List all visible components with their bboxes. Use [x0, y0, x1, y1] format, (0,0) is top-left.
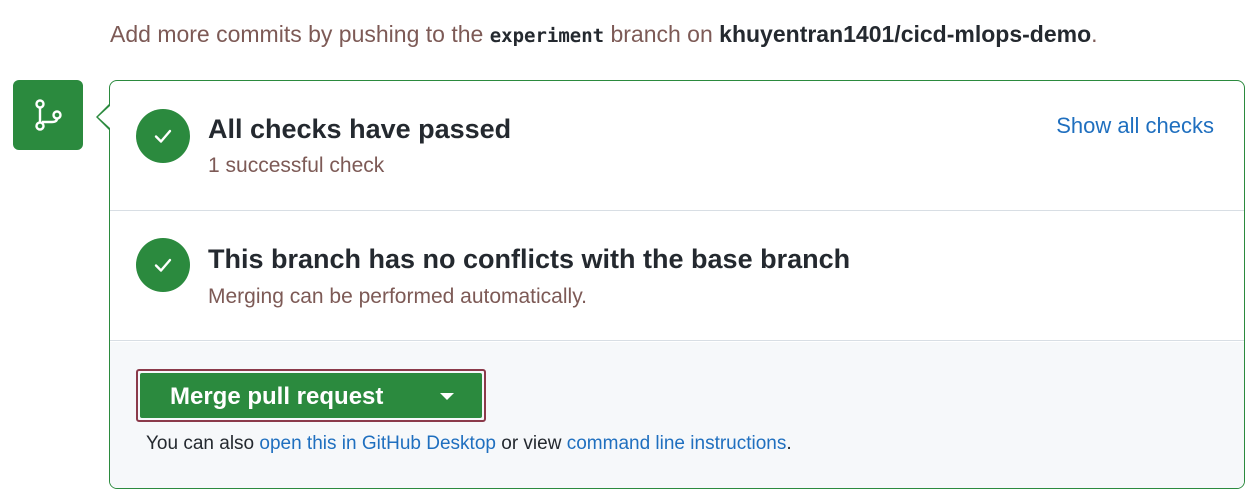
checks-subtitle: 1 successful check: [208, 154, 385, 177]
merge-button-label: Merge pull request: [170, 383, 384, 410]
push-hint-middle: branch on: [604, 21, 720, 47]
push-hint-prefix: Add more commits by pushing to the: [110, 21, 490, 47]
check-icon: [136, 238, 190, 292]
also-prefix: You can also: [146, 433, 260, 454]
push-hint-suffix: .: [1091, 21, 1098, 47]
check-icon: [136, 109, 190, 163]
also-middle: or view: [495, 433, 567, 454]
merge-alternatives-text: You can also open this in GitHub Desktop…: [146, 433, 792, 455]
also-suffix: .: [786, 433, 792, 454]
github-desktop-link[interactable]: open this in GitHub Desktop: [259, 433, 496, 454]
box-pointer-fill: [98, 106, 110, 128]
conflicts-title: This branch has no conflicts with the ba…: [208, 244, 851, 274]
caret-down-icon[interactable]: [440, 393, 454, 400]
git-branch-icon: [13, 80, 83, 150]
branch-name: experiment: [489, 25, 605, 47]
checks-section: All checks have passed 1 successful chec…: [110, 81, 1244, 211]
merge-button-outline: Merge pull request: [136, 369, 486, 422]
merge-section: Merge pull request You can also open thi…: [110, 342, 1244, 488]
merge-box: All checks have passed 1 successful chec…: [109, 80, 1245, 489]
checks-title: All checks have passed: [208, 114, 512, 144]
conflicts-subtitle: Merging can be performed automatically.: [208, 285, 587, 308]
command-line-instructions-link[interactable]: command line instructions: [567, 433, 787, 454]
merge-pull-request-button[interactable]: Merge pull request: [140, 373, 482, 418]
conflicts-section: This branch has no conflicts with the ba…: [110, 211, 1244, 341]
push-hint: Add more commits by pushing to the exper…: [110, 18, 1098, 52]
repo-name: khuyentran1401/cicd-mlops-demo: [719, 21, 1092, 47]
show-all-checks-link[interactable]: Show all checks: [1056, 113, 1214, 139]
